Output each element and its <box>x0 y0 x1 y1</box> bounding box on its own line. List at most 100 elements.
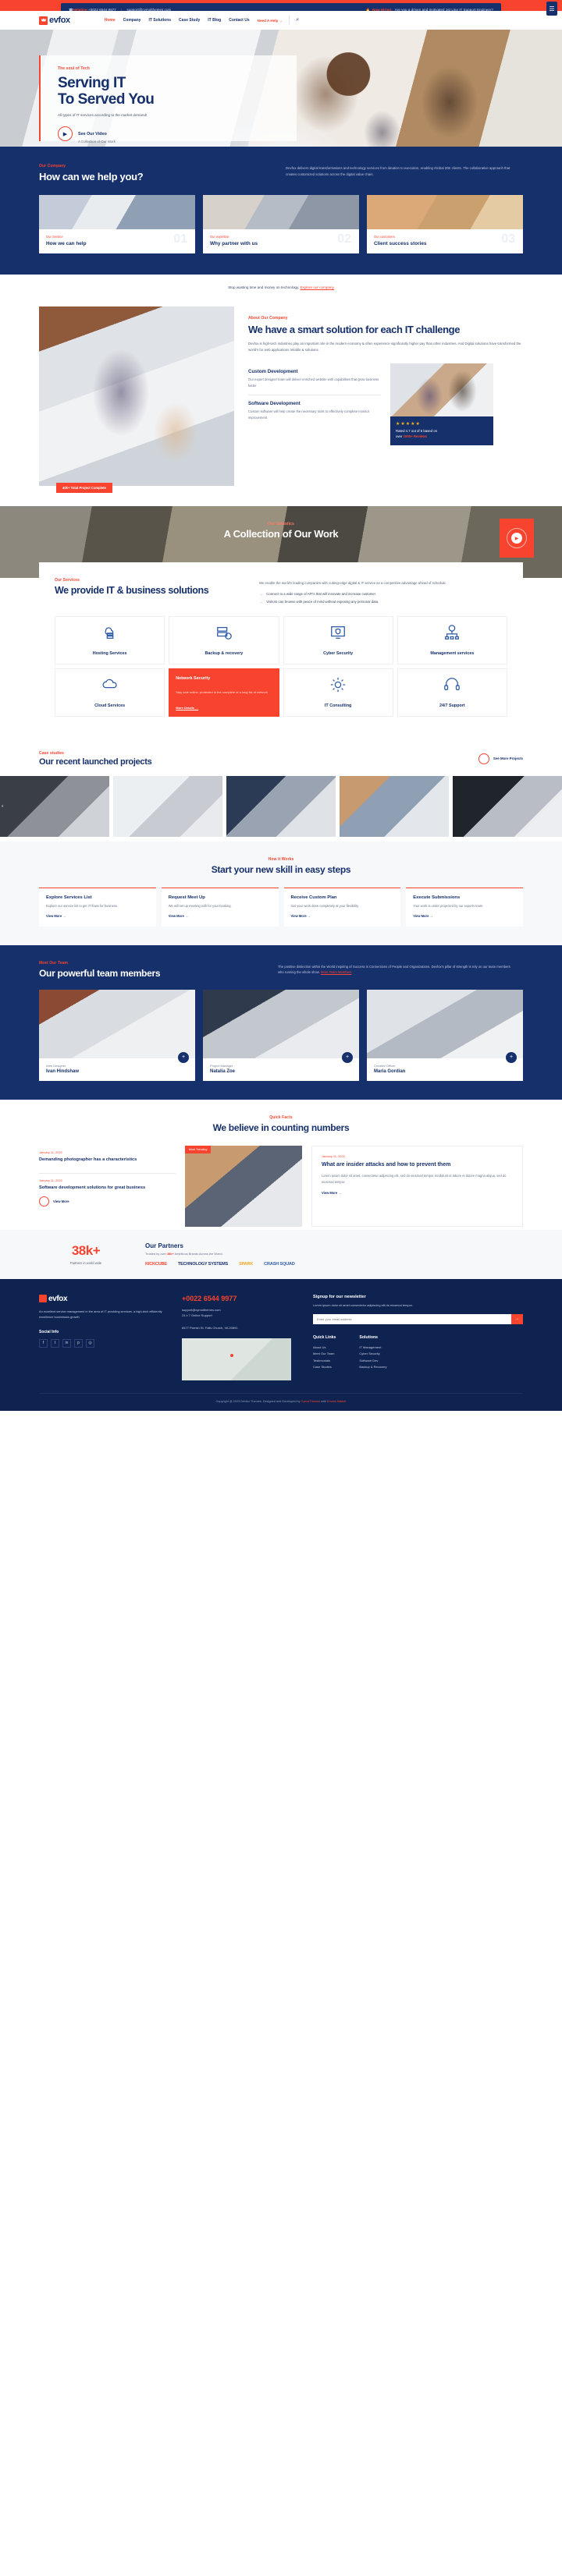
partner-logo-kickcube[interactable]: KICKCUBE <box>145 1262 167 1267</box>
member-photo <box>39 989 195 1058</box>
nav-item-home[interactable]: Home <box>105 18 116 23</box>
collection-title: A Collection of Our Work <box>223 528 339 540</box>
more-team-members-link[interactable]: More Team Members <box>321 970 351 974</box>
need-help-button[interactable]: Need A Help → <box>258 19 283 23</box>
step-card[interactable]: Receive Custom Plan Get your work done c… <box>283 887 401 927</box>
menu-icon[interactable]: ☰ <box>546 2 557 16</box>
service-more-link[interactable]: More Details → <box>176 706 198 710</box>
pinterest-icon[interactable]: p <box>74 1338 83 1348</box>
nav-item-contact-us[interactable]: Contact Us <box>229 18 249 23</box>
solution-link-item[interactable]: Software Dev <box>359 1358 386 1364</box>
solution-link-item[interactable]: Backup & Recovery <box>359 1364 386 1370</box>
see-more-projects-button[interactable]: See More Projects <box>478 753 523 764</box>
step-link[interactable]: View More → <box>291 914 394 918</box>
carousel-prev-icon[interactable]: ‹ <box>2 803 3 809</box>
solution-link-item[interactable]: IT Management <box>359 1345 386 1351</box>
about-section: 40k+ Total Project Complete About Our Co… <box>39 289 523 506</box>
team-member-card[interactable]: + Creative Officer Maria Gordian <box>367 989 523 1081</box>
nav-menu: Home Company IT Solutions Case Study IT … <box>105 18 250 23</box>
team-grid: + Web Designer Ivan Hindshaw + Project M… <box>39 989 523 1081</box>
member-photo <box>203 989 359 1058</box>
about-lead: Devfox is high-tech industries play an i… <box>248 342 521 353</box>
logo[interactable]: evfox <box>39 16 70 25</box>
counting-section: Quick Facts We believe in counting numbe… <box>39 1100 523 1230</box>
card-label: Our Service <box>46 235 63 239</box>
solution-link-item[interactable]: Cyber Security <box>359 1351 386 1357</box>
cloud-server-icon <box>101 624 119 645</box>
quick-link-item[interactable]: About Us <box>313 1345 336 1351</box>
instagram-icon[interactable]: ◎ <box>86 1338 94 1348</box>
team-member-card[interactable]: + Project Manager Natalia Zoe <box>203 989 359 1081</box>
partner-logo-crash-squad[interactable]: CRASH SQUAD <box>264 1262 295 1267</box>
nav-item-it-blog[interactable]: IT Blog <box>208 18 221 23</box>
service-card-it-consulting[interactable]: IT Consulting <box>283 668 393 717</box>
quick-link-item[interactable]: Case Studies <box>313 1364 336 1370</box>
quick-link-item[interactable]: Testimonials <box>313 1358 336 1364</box>
service-card-support[interactable]: 24/7 Support <box>397 668 507 717</box>
expand-icon[interactable]: + <box>178 1051 189 1063</box>
projects-carousel[interactable]: ‹ <box>0 775 562 837</box>
nav-divider <box>289 16 290 25</box>
service-card-cloud[interactable]: Cloud Services <box>55 668 165 717</box>
project-thumb[interactable] <box>453 775 562 837</box>
linkedin-icon[interactable]: in <box>62 1338 71 1348</box>
service-card-network-security[interactable]: Network Security Stay safe online, prote… <box>169 668 279 717</box>
blog-list-item[interactable]: January 11, 2022 Software development so… <box>39 1173 176 1214</box>
newsletter-submit-button[interactable]: → <box>511 1313 523 1324</box>
envato-link[interactable]: Envato Market <box>327 1400 346 1403</box>
step-card[interactable]: Execute Submissions Your work is under p… <box>406 887 523 927</box>
card-number: 01 <box>173 232 187 246</box>
help-paragraph: Devfox delivers digital transformations … <box>286 166 510 176</box>
help-card[interactable]: 03 Our customers Client success stories <box>367 195 523 254</box>
project-thumb[interactable] <box>226 775 336 837</box>
projects-eyebrow: Case studies <box>39 750 65 756</box>
service-card-hosting[interactable]: Hosting Services <box>55 615 165 664</box>
card-title: How we can help <box>46 241 87 246</box>
step-card[interactable]: Request Meet Up We will set up meeting w… <box>161 887 279 927</box>
partners-counter: 38k+ Partners in world wide <box>39 1243 133 1265</box>
nav-item-company[interactable]: Company <box>123 18 141 23</box>
expand-icon[interactable]: + <box>342 1051 353 1063</box>
footer-newsletter-column: Signup for our newsletter Lorem ipsum do… <box>313 1295 523 1380</box>
hero-video-button[interactable]: ▶ See Our Video A Collection of Our Work <box>58 125 297 144</box>
copyright-mid: with <box>320 1400 327 1404</box>
nav-item-it-solutions[interactable]: IT Solutions <box>148 18 171 23</box>
featured-post-image: Most Trending <box>185 1145 302 1227</box>
service-card-cyber-security[interactable]: Cyber Security <box>283 615 393 664</box>
play-icon[interactable]: ▶ <box>511 533 522 544</box>
newsletter-email-input[interactable] <box>313 1313 511 1324</box>
partner-logo-technology-systems[interactable]: TECHNOLOGY SYSTEMS <box>178 1262 228 1267</box>
service-card-management[interactable]: Management services <box>397 615 507 664</box>
search-icon[interactable]: ⌕ <box>296 17 299 23</box>
step-link[interactable]: View More → <box>46 914 149 918</box>
quick-link-item[interactable]: Meet Our Team <box>313 1351 336 1357</box>
footer-map[interactable] <box>182 1338 291 1381</box>
footer-phone[interactable]: +0022 6544 9977 <box>182 1295 299 1302</box>
service-card-backup[interactable]: Backup & recovery <box>169 615 279 664</box>
project-thumb[interactable]: ‹ <box>0 775 109 837</box>
expand-icon[interactable]: + <box>506 1051 517 1063</box>
project-thumb[interactable] <box>340 775 449 837</box>
partner-logo-spark[interactable]: SPARK <box>239 1262 253 1267</box>
footer-logo[interactable]: evfox <box>39 1295 168 1303</box>
member-name: Ivan Hindshaw <box>46 1068 80 1074</box>
twitter-icon[interactable]: t <box>51 1338 59 1348</box>
nav-item-case-study[interactable]: Case Study <box>179 18 200 23</box>
featured-post-card[interactable]: January 11, 2022 What are insider attack… <box>311 1145 523 1227</box>
project-thumb[interactable] <box>113 775 222 837</box>
help-card[interactable]: 01 Our Service How we can help <box>39 195 195 254</box>
post-title: Demanding photographer has a characteris… <box>39 1157 137 1162</box>
cymolthemes-link[interactable]: CymolThemes <box>301 1400 320 1403</box>
step-link[interactable]: View More → <box>169 914 272 918</box>
team-member-card[interactable]: + Web Designer Ivan Hindshaw <box>39 989 195 1081</box>
play-icon[interactable]: ▶ <box>58 126 73 142</box>
featured-link[interactable]: View More → <box>322 1191 513 1195</box>
step-link[interactable]: View More → <box>413 914 516 918</box>
footer-email[interactable]: support@cymolthemes.com <box>182 1308 221 1312</box>
facebook-icon[interactable]: f <box>39 1338 48 1348</box>
help-card[interactable]: 02 Our expertise Why partner with us <box>203 195 359 254</box>
step-card[interactable]: Explore Services List Explore our servic… <box>39 887 156 927</box>
collection-play-button[interactable]: ▶ <box>500 519 534 558</box>
view-more-button[interactable]: View More <box>39 1196 176 1207</box>
blog-list-item[interactable]: January 11, 2022 Demanding photographer … <box>39 1146 176 1171</box>
